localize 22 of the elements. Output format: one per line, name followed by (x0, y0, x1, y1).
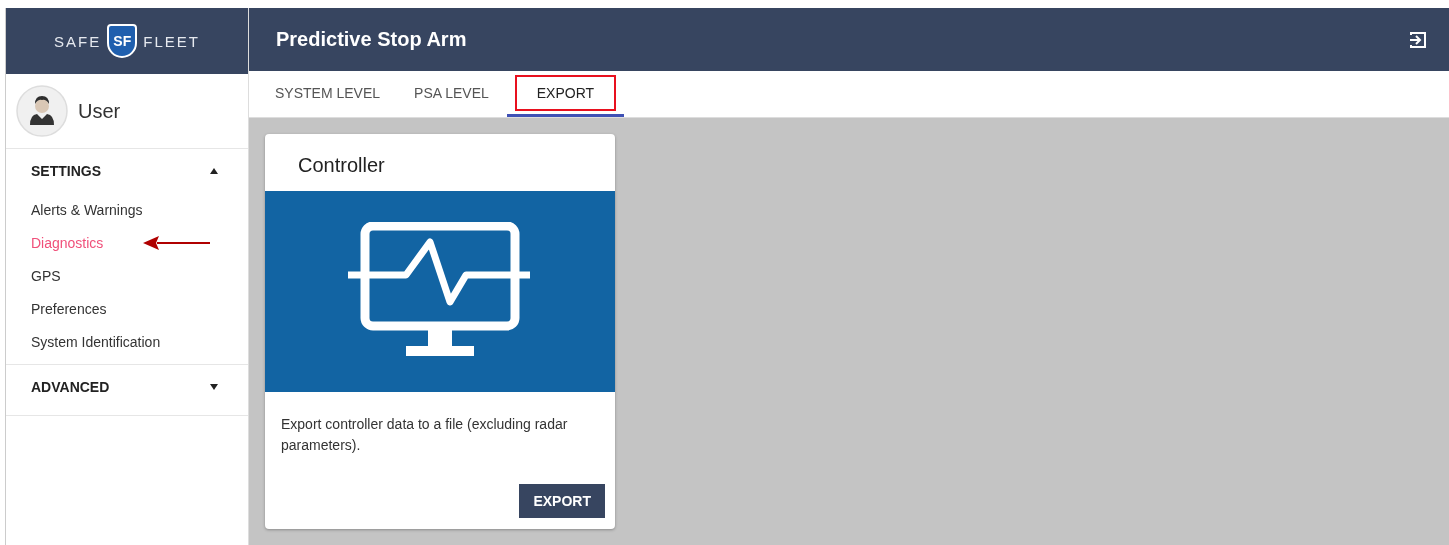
caret-icon (210, 384, 218, 390)
avatar-icon (16, 85, 68, 137)
page-title: Predictive Stop Arm (276, 28, 467, 52)
nav-item[interactable]: GPS (31, 267, 61, 284)
logout-icon[interactable] (1409, 30, 1427, 49)
user-name: User (78, 99, 121, 123)
tab[interactable]: PSA LEVEL (398, 71, 505, 117)
nav-item[interactable]: Preferences (31, 300, 107, 317)
nav-item[interactable]: Alerts & Warnings (31, 201, 143, 218)
section-header[interactable]: SETTINGS (6, 149, 248, 193)
shield-logo: SF (107, 24, 138, 58)
tab[interactable]: SYSTEM LEVEL (259, 71, 397, 117)
logo-text: SAFE (54, 32, 102, 50)
export-button[interactable]: EXPORT (519, 484, 605, 518)
caret-icon (210, 168, 218, 174)
tab[interactable]: EXPORT (506, 71, 625, 117)
card-title: Controller (297, 153, 386, 178)
nav-item[interactable]: System Identification (31, 333, 161, 350)
nav-item[interactable]: Diagnostics (31, 234, 104, 251)
logo-text: FLEET (143, 32, 200, 50)
section-header[interactable]: ADVANCED (6, 365, 248, 409)
card-description: Export controller data to a file (excluding radar parameters). (280, 415, 569, 455)
